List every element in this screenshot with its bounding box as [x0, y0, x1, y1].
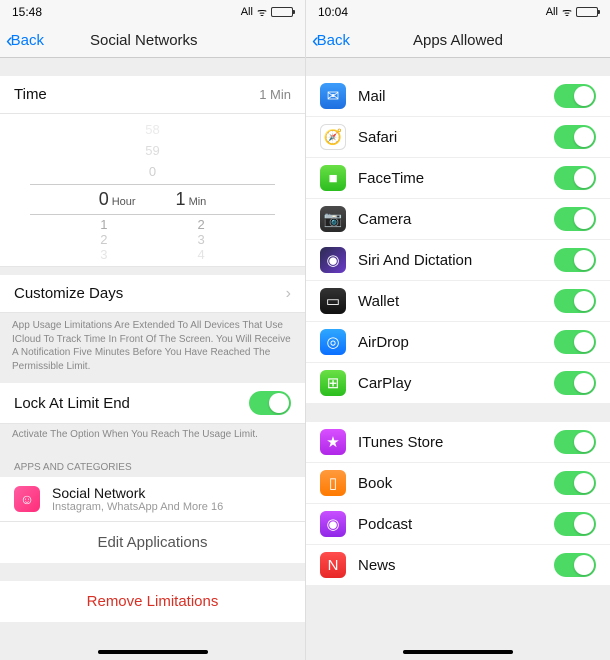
- status-time: 10:04: [318, 5, 348, 19]
- status-right: All ᯤ: [546, 5, 598, 20]
- customize-days-row[interactable]: Customize Days ›: [0, 275, 305, 313]
- carplay-icon: ⊞: [320, 370, 346, 396]
- app-name: Mail: [358, 88, 554, 105]
- lock-limit-row: Lock At Limit End: [0, 383, 305, 424]
- time-label: Time: [14, 86, 259, 103]
- airdrop-icon: ◎: [320, 329, 346, 355]
- usage-note: App Usage Limitations Are Extended To Al…: [0, 313, 305, 383]
- app-toggle[interactable]: [554, 371, 596, 395]
- app-row-news: N News: [306, 545, 610, 586]
- app-name: AirDrop: [358, 334, 554, 351]
- lock-limit-toggle[interactable]: [249, 391, 291, 415]
- phone-left: 15:48 All ᯤ ‹ Back Social Networks Time …: [0, 0, 305, 660]
- status-bar: 10:04 All ᯤ: [306, 0, 610, 24]
- phone-right: 10:04 All ᯤ ‹ Back Apps Allowed ✉ Mail 🧭 Sa…: [305, 0, 610, 660]
- content: Time 1 Min 58 59 0 0Hour 1Min 12 23 34 C…: [0, 58, 305, 622]
- app-group-0: ✉ Mail 🧭 Safari ■ FaceTime 📷 Camera ◉ Siri And Di…: [306, 76, 610, 404]
- app-row-facetime: ■ FaceTime: [306, 158, 610, 199]
- status-time: 15:48: [12, 5, 42, 19]
- app-name: News: [358, 557, 554, 574]
- app-name: ITunes Store: [358, 434, 554, 451]
- remove-limitations-button[interactable]: Remove Limitations: [0, 581, 305, 622]
- app-toggle[interactable]: [554, 166, 596, 190]
- app-name: Siri And Dictation: [358, 252, 554, 269]
- app-toggle[interactable]: [554, 512, 596, 536]
- chevron-right-icon: ›: [286, 285, 291, 303]
- mail-icon: ✉: [320, 83, 346, 109]
- book-icon: ▯: [320, 470, 346, 496]
- app-toggle[interactable]: [554, 207, 596, 231]
- time-row[interactable]: Time 1 Min: [0, 76, 305, 114]
- app-row-wallet: ▭ Wallet: [306, 281, 610, 322]
- app-toggle[interactable]: [554, 84, 596, 108]
- app-toggle[interactable]: [554, 471, 596, 495]
- app-toggle[interactable]: [554, 430, 596, 454]
- status-carrier: All: [241, 6, 253, 18]
- status-bar: 15:48 All ᯤ: [0, 0, 305, 24]
- app-row-podcast: ◉ Podcast: [306, 504, 610, 545]
- content: ✉ Mail 🧭 Safari ■ FaceTime 📷 Camera ◉ Siri And Di…: [306, 58, 610, 586]
- app-row-carplay: ⊞ CarPlay: [306, 363, 610, 404]
- time-value: 1 Min: [259, 87, 291, 102]
- nav-title: Social Networks: [90, 32, 198, 49]
- safari-icon: 🧭: [320, 124, 346, 150]
- app-name: Camera: [358, 211, 554, 228]
- category-title: Social Network: [52, 485, 291, 501]
- status-carrier: All: [546, 6, 558, 18]
- news-icon: N: [320, 552, 346, 578]
- back-button[interactable]: ‹ Back: [306, 31, 350, 51]
- time-picker[interactable]: 58 59 0 0Hour 1Min 12 23 34: [0, 114, 305, 267]
- status-right: All ᯤ: [241, 5, 293, 20]
- picker-selected-row: 0Hour 1Min: [30, 184, 275, 215]
- lock-limit-label: Lock At Limit End: [14, 395, 249, 412]
- wifi-icon: ᯤ: [257, 5, 267, 20]
- back-label: Back: [11, 32, 44, 49]
- itunes-icon: ★: [320, 429, 346, 455]
- app-name: Podcast: [358, 516, 554, 533]
- app-row-siri-and-dictation: ◉ Siri And Dictation: [306, 240, 610, 281]
- app-group-1: ★ ITunes Store ▯ Book ◉ Podcast N News: [306, 422, 610, 586]
- app-toggle[interactable]: [554, 248, 596, 272]
- home-indicator[interactable]: [403, 650, 513, 654]
- siri-icon: ◉: [320, 247, 346, 273]
- category-subtitle: Instagram, WhatsApp And More 16: [52, 501, 291, 513]
- picker-faded: 58 59 0: [0, 120, 305, 182]
- nav-bar: ‹ Back Apps Allowed: [306, 24, 610, 58]
- app-row-camera: 📷 Camera: [306, 199, 610, 240]
- customize-days-label: Customize Days: [14, 285, 280, 302]
- battery-icon: [271, 7, 293, 17]
- lock-note: Activate The Option When You Reach The U…: [0, 424, 305, 452]
- apps-categories-header: APPS AND CATEGORIES: [0, 452, 305, 477]
- app-name: CarPlay: [358, 375, 554, 392]
- nav-title: Apps Allowed: [413, 32, 503, 49]
- wifi-icon: ᯤ: [562, 5, 572, 20]
- app-name: Wallet: [358, 293, 554, 310]
- category-row[interactable]: ☺ Social Network Instagram, WhatsApp And…: [0, 477, 305, 521]
- social-icon: ☺: [14, 486, 40, 512]
- back-label: Back: [317, 32, 350, 49]
- wallet-icon: ▭: [320, 288, 346, 314]
- app-row-safari: 🧭 Safari: [306, 117, 610, 158]
- edit-applications-button[interactable]: Edit Applications: [0, 521, 305, 563]
- podcast-icon: ◉: [320, 511, 346, 537]
- back-button[interactable]: ‹ Back: [0, 31, 44, 51]
- app-toggle[interactable]: [554, 553, 596, 577]
- app-row-mail: ✉ Mail: [306, 76, 610, 117]
- camera-icon: 📷: [320, 206, 346, 232]
- nav-bar: ‹ Back Social Networks: [0, 24, 305, 58]
- app-name: Safari: [358, 129, 554, 146]
- app-row-book: ▯ Book: [306, 463, 610, 504]
- app-name: Book: [358, 475, 554, 492]
- app-row-airdrop: ◎ AirDrop: [306, 322, 610, 363]
- facetime-icon: ■: [320, 165, 346, 191]
- battery-icon: [576, 7, 598, 17]
- app-row-itunes-store: ★ ITunes Store: [306, 422, 610, 463]
- app-name: FaceTime: [358, 170, 554, 187]
- app-toggle[interactable]: [554, 125, 596, 149]
- app-toggle[interactable]: [554, 289, 596, 313]
- home-indicator[interactable]: [98, 650, 208, 654]
- app-toggle[interactable]: [554, 330, 596, 354]
